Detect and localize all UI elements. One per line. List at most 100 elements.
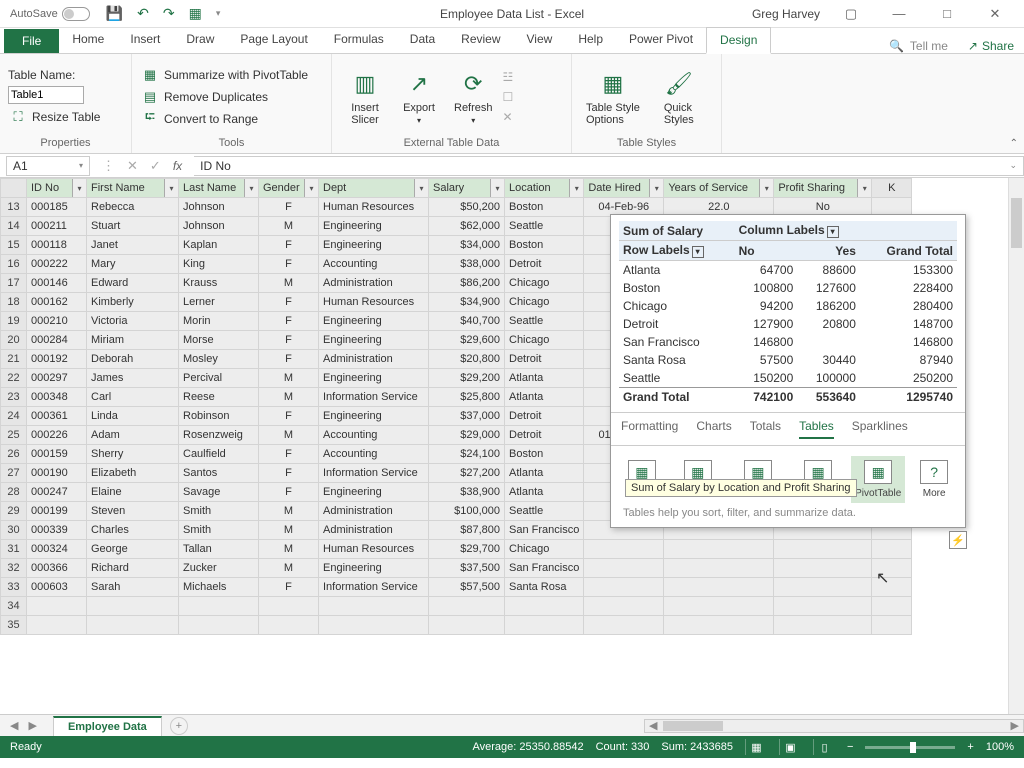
cell[interactable]: Mary <box>87 255 179 274</box>
col-header[interactable]: Last Name▾ <box>179 179 259 198</box>
cell[interactable]: 000324 <box>27 540 87 559</box>
cell[interactable]: Engineering <box>319 312 429 331</box>
row-header[interactable]: 31 <box>1 540 27 559</box>
cell[interactable]: Administration <box>319 502 429 521</box>
cell[interactable] <box>664 540 774 559</box>
select-all[interactable] <box>1 179 27 198</box>
row-header[interactable]: 25 <box>1 426 27 445</box>
zoom-level[interactable]: 100% <box>986 741 1014 753</box>
cell[interactable]: Engineering <box>319 331 429 350</box>
cell[interactable]: Mosley <box>179 350 259 369</box>
cell[interactable] <box>872 578 912 597</box>
cell[interactable]: Krauss <box>179 274 259 293</box>
table-icon[interactable]: ▦ <box>189 5 202 22</box>
cell[interactable]: Human Resources <box>319 540 429 559</box>
row-header[interactable]: 23 <box>1 388 27 407</box>
qa-tab-totals[interactable]: Totals <box>750 419 781 439</box>
cell[interactable]: $37,500 <box>429 559 505 578</box>
filter-icon[interactable]: ▾ <box>759 179 773 197</box>
col-header[interactable]: Date Hired▾ <box>584 179 664 198</box>
cell[interactable]: $29,000 <box>429 426 505 445</box>
tab-view[interactable]: View <box>514 27 566 53</box>
cell[interactable]: Seattle <box>505 217 584 236</box>
cell[interactable]: San Francisco <box>505 559 584 578</box>
tab-page-layout[interactable]: Page Layout <box>227 27 320 53</box>
tablename-input[interactable] <box>8 86 84 104</box>
cell[interactable] <box>179 616 259 635</box>
qa-option-pivottable-4[interactable]: ▦PivotTable <box>851 456 905 503</box>
col-header[interactable]: Profit Sharing▾ <box>774 179 872 198</box>
cell[interactable] <box>664 559 774 578</box>
cell[interactable]: $100,000 <box>429 502 505 521</box>
resize-table-button[interactable]: ⛶ Resize Table <box>8 108 102 126</box>
cell[interactable]: F <box>259 407 319 426</box>
filter-icon[interactable]: ▾ <box>72 179 86 197</box>
row-header[interactable]: 33 <box>1 578 27 597</box>
cell[interactable]: Detroit <box>505 350 584 369</box>
cell[interactable]: Smith <box>179 502 259 521</box>
cell[interactable]: Administration <box>319 350 429 369</box>
cell[interactable]: Percival <box>179 369 259 388</box>
cell[interactable]: 000361 <box>27 407 87 426</box>
cell[interactable] <box>774 559 872 578</box>
cell[interactable]: 000199 <box>27 502 87 521</box>
filter-icon[interactable]: ▾ <box>490 179 504 197</box>
cell[interactable]: Edward <box>87 274 179 293</box>
cell[interactable]: Johnson <box>179 217 259 236</box>
add-sheet-icon[interactable]: + <box>170 717 188 735</box>
cell[interactable]: M <box>259 217 319 236</box>
cell[interactable]: Santos <box>179 464 259 483</box>
cell[interactable] <box>872 616 912 635</box>
cell[interactable]: Boston <box>505 198 584 217</box>
cell[interactable] <box>259 616 319 635</box>
save-icon[interactable]: 💾 <box>106 5 123 22</box>
cell[interactable]: Detroit <box>505 407 584 426</box>
cell[interactable]: Kimberly <box>87 293 179 312</box>
cell[interactable]: Human Resources <box>319 293 429 312</box>
filter-icon[interactable]: ▾ <box>649 179 663 197</box>
cell[interactable] <box>179 597 259 616</box>
cell[interactable] <box>505 616 584 635</box>
zoom-slider[interactable] <box>865 746 955 749</box>
cell[interactable]: Lerner <box>179 293 259 312</box>
tab-review[interactable]: Review <box>448 27 513 53</box>
cell[interactable]: Santa Rosa <box>505 578 584 597</box>
cell[interactable] <box>774 540 872 559</box>
cell[interactable]: Kaplan <box>179 236 259 255</box>
sheet-next-icon[interactable]: ▶ <box>28 719 36 732</box>
cell[interactable]: $38,000 <box>429 255 505 274</box>
qa-tab-tables[interactable]: Tables <box>799 419 834 439</box>
cell[interactable]: Charles <box>87 521 179 540</box>
cell[interactable] <box>774 597 872 616</box>
close-icon[interactable]: ✕ <box>978 6 1012 22</box>
view-break-icon[interactable]: ▯ <box>813 739 835 755</box>
sheet-prev-icon[interactable]: ◀ <box>10 719 18 732</box>
row-header[interactable]: 17 <box>1 274 27 293</box>
cell[interactable]: F <box>259 350 319 369</box>
cell[interactable]: Detroit <box>505 255 584 274</box>
cell[interactable]: Engineering <box>319 559 429 578</box>
cell[interactable]: Victoria <box>87 312 179 331</box>
cell[interactable]: $29,600 <box>429 331 505 350</box>
cell[interactable]: Janet <box>87 236 179 255</box>
cell[interactable] <box>872 559 912 578</box>
row-header[interactable]: 16 <box>1 255 27 274</box>
col-header[interactable]: Salary▾ <box>429 179 505 198</box>
quick-analysis-icon[interactable]: ⚡ <box>949 531 967 549</box>
row-header[interactable]: 29 <box>1 502 27 521</box>
accept-icon[interactable]: ✓ <box>150 158 161 174</box>
view-layout-icon[interactable]: ▣ <box>779 739 801 755</box>
cell[interactable]: Smith <box>179 521 259 540</box>
cell[interactable] <box>87 597 179 616</box>
cell[interactable] <box>872 597 912 616</box>
filter-icon[interactable]: ▾ <box>414 179 428 197</box>
cell[interactable] <box>872 540 912 559</box>
horizontal-scrollbar[interactable]: ◀▶ <box>644 719 1024 733</box>
quick-styles-button[interactable]: 🖌Quick Styles <box>654 66 704 128</box>
cell[interactable]: Reese <box>179 388 259 407</box>
tab-file[interactable]: File <box>4 29 59 53</box>
cell[interactable] <box>319 597 429 616</box>
tab-draw[interactable]: Draw <box>173 27 227 53</box>
col-drop-icon[interactable]: ▾ <box>827 226 839 238</box>
cell[interactable]: Chicago <box>505 274 584 293</box>
